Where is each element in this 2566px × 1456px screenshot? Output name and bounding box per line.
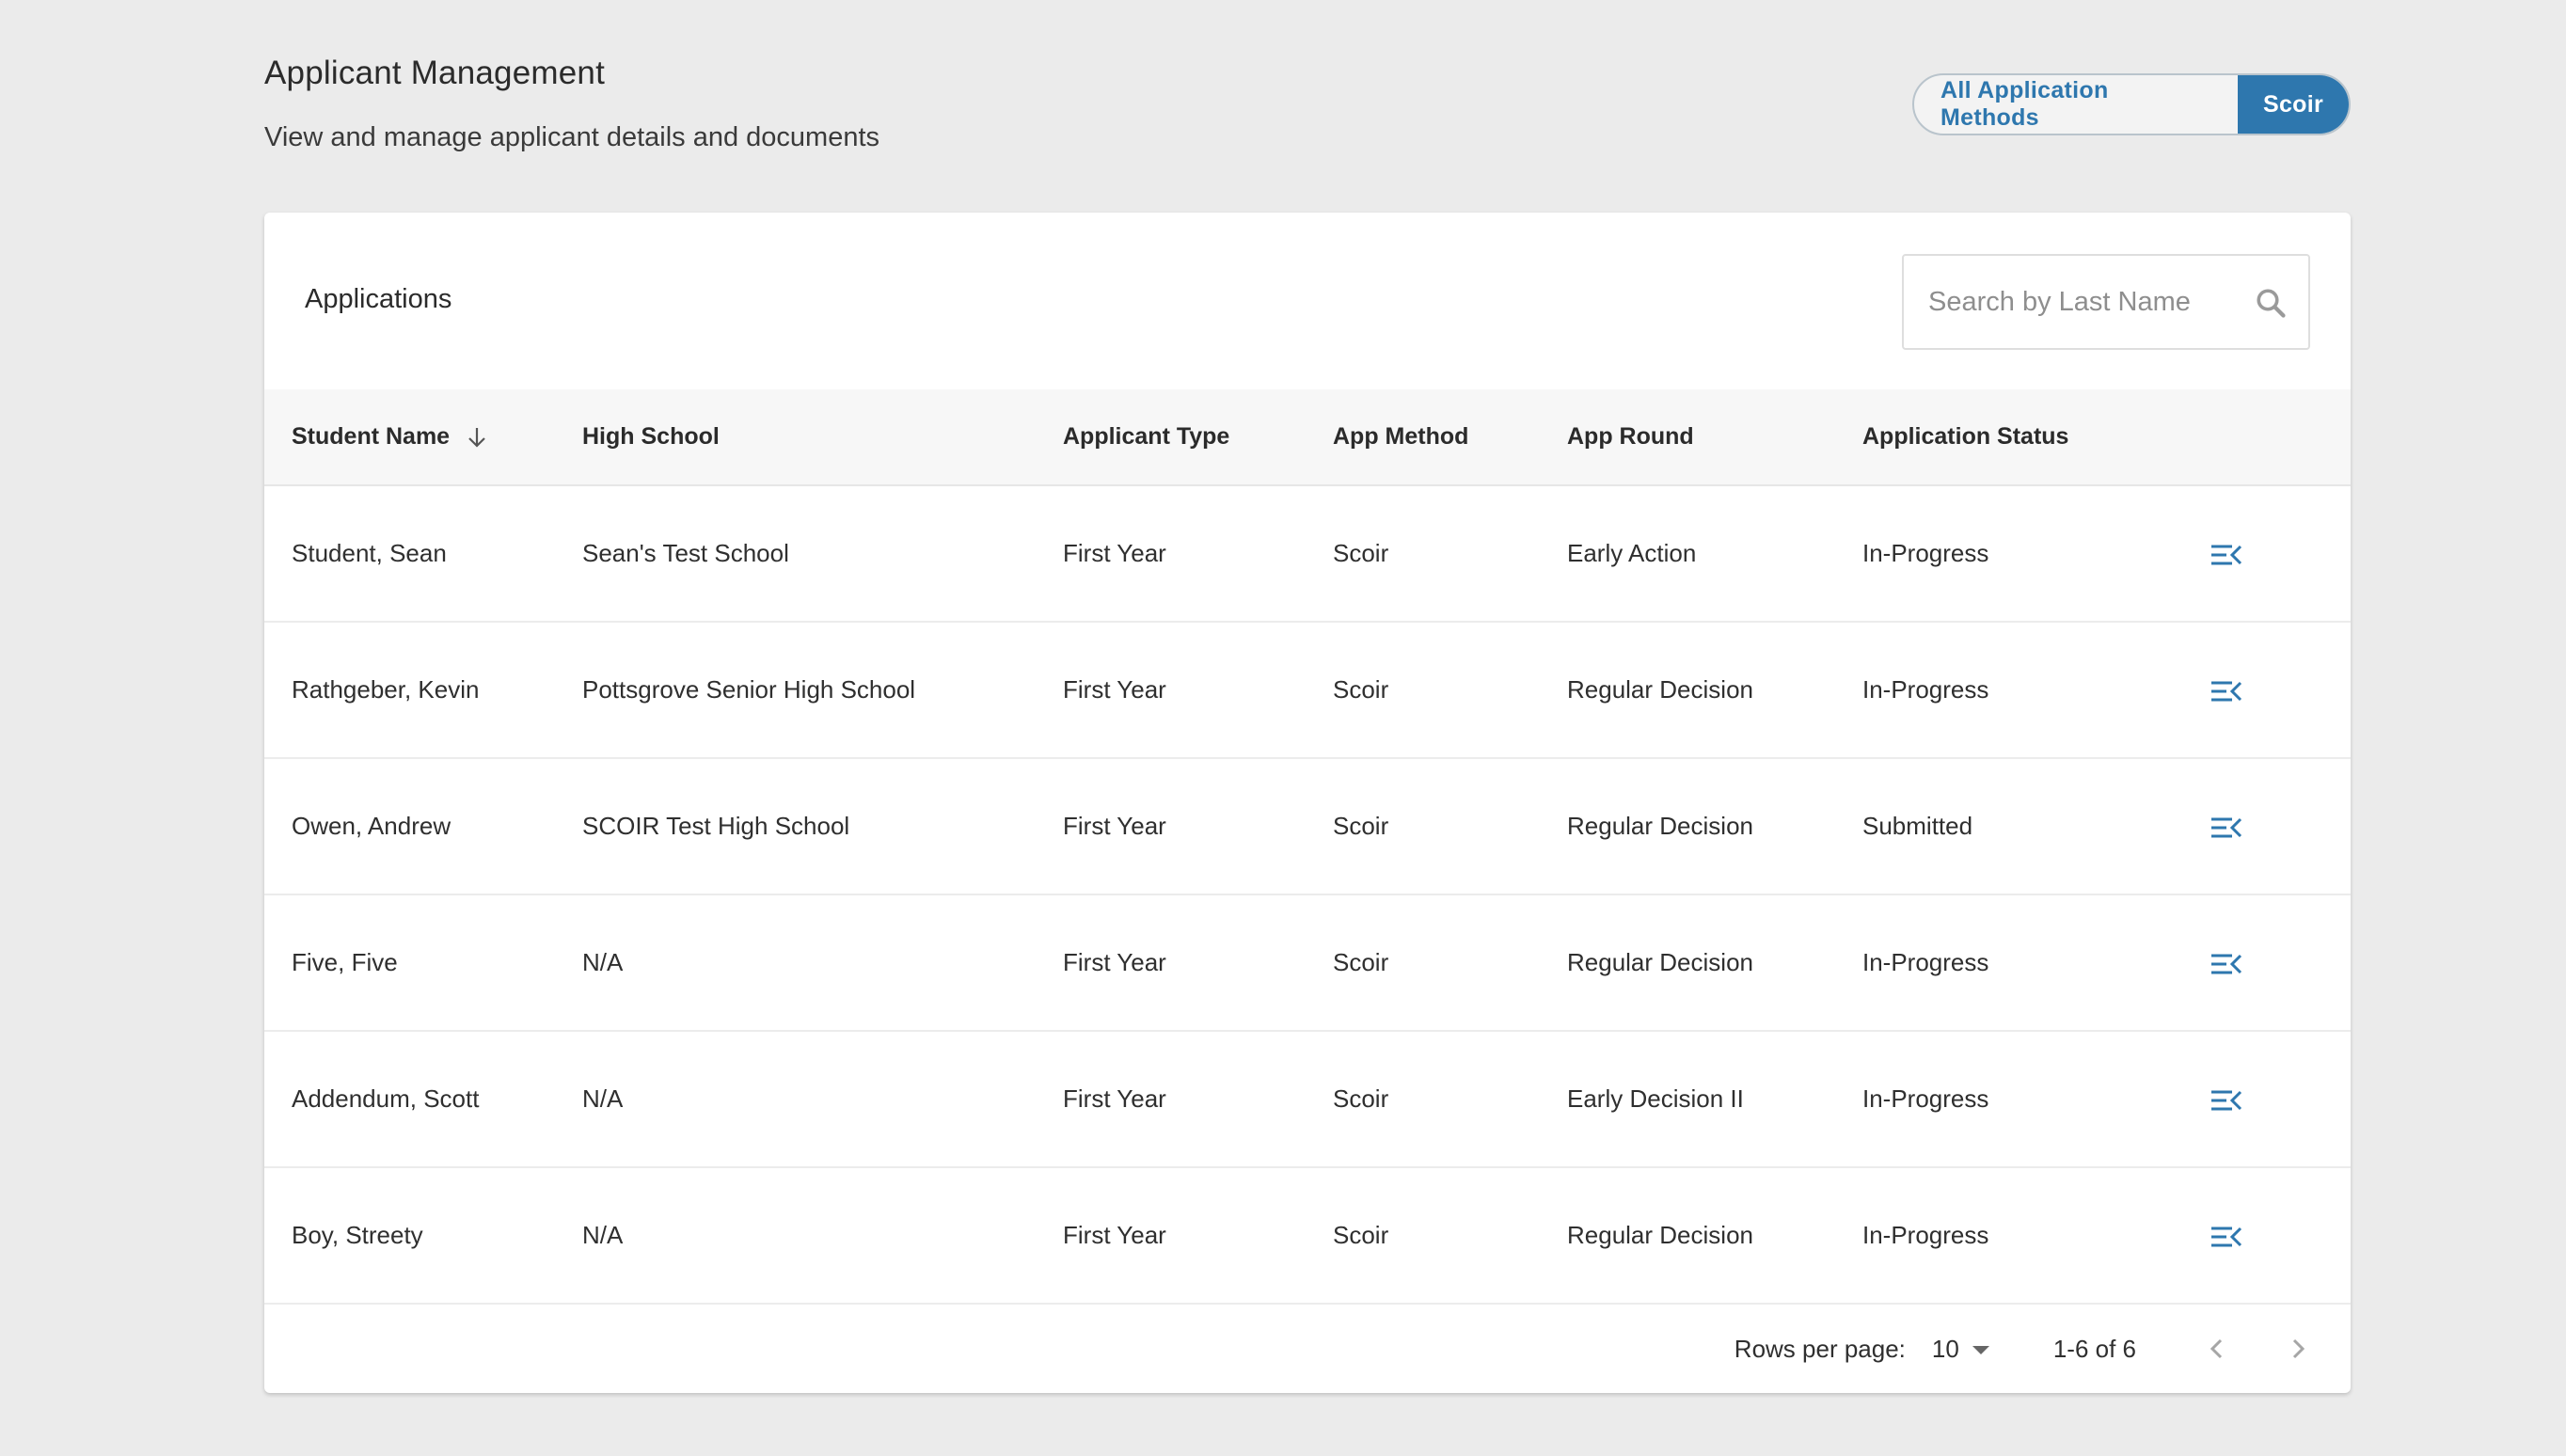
- table-row[interactable]: Rathgeber, Kevin Pottsgrove Senior High …: [264, 622, 2351, 758]
- cell-student-name: Addendum, Scott: [292, 1084, 480, 1113]
- cell-app-method: Scoir: [1333, 1084, 1389, 1113]
- applications-card: Applications Student Name: [264, 213, 2351, 1393]
- column-header-student-name[interactable]: Student Name: [264, 389, 582, 486]
- page: Applicant Management View and manage app…: [264, 0, 2351, 1393]
- search-input[interactable]: [1926, 285, 2241, 319]
- page-range: 1-6 of 6: [2052, 1334, 2136, 1363]
- toggle-scoir[interactable]: Scoir: [2238, 75, 2349, 134]
- cell-app-method: Scoir: [1333, 675, 1389, 704]
- table-pagination: Rows per page: 10 1-6 of 6: [264, 1305, 2351, 1393]
- cell-actions: [2205, 485, 2351, 622]
- column-header-application-status[interactable]: Application Status: [1862, 389, 2205, 486]
- column-header-high-school[interactable]: High School: [582, 389, 1063, 486]
- cell-high-school: Pottsgrove Senior High School: [582, 675, 916, 704]
- cell-student-name: Rathgeber, Kevin: [292, 675, 480, 704]
- open-detail-icon[interactable]: [2210, 814, 2243, 842]
- cell-application-status: In-Progress: [1862, 948, 1989, 976]
- cell-actions: [2205, 622, 2351, 758]
- cell-app-round: Early Decision II: [1567, 1084, 1744, 1113]
- cell-high-school: SCOIR Test High School: [582, 812, 850, 840]
- cell-actions: [2205, 758, 2351, 894]
- cell-applicant-type: First Year: [1063, 675, 1166, 704]
- previous-page-button[interactable]: [2196, 1328, 2238, 1369]
- search-icon[interactable]: [2254, 286, 2288, 320]
- table-header-row: Student Name High School Applicant Type …: [264, 389, 2351, 486]
- open-detail-icon[interactable]: [2210, 677, 2243, 705]
- cell-app-method: Scoir: [1333, 812, 1389, 840]
- next-page-button[interactable]: [2277, 1328, 2319, 1369]
- table-row[interactable]: Student, Sean Sean's Test School First Y…: [264, 485, 2351, 622]
- cell-app-round: Regular Decision: [1567, 812, 1753, 840]
- page-subtitle: View and manage applicant details and do…: [264, 122, 880, 152]
- table-row[interactable]: Boy, Streety N/A First Year Scoir Regula…: [264, 1167, 2351, 1304]
- page-title: Applicant Management: [264, 55, 605, 91]
- cell-app-method: Scoir: [1333, 948, 1389, 976]
- cell-application-status: In-Progress: [1862, 675, 1989, 704]
- cell-app-round: Regular Decision: [1567, 675, 1753, 704]
- column-header-applicant-type[interactable]: Applicant Type: [1063, 389, 1333, 486]
- cell-applicant-type: First Year: [1063, 948, 1166, 976]
- column-header-app-method[interactable]: App Method: [1333, 389, 1567, 486]
- page-header: Applicant Management View and manage app…: [264, 0, 2351, 213]
- cell-student-name: Owen, Andrew: [292, 812, 451, 840]
- cell-high-school: N/A: [582, 948, 624, 976]
- caret-down-icon: [1972, 1346, 1989, 1354]
- cell-app-method: Scoir: [1333, 539, 1389, 567]
- cell-actions: [2205, 1031, 2351, 1167]
- cell-student-name: Five, Five: [292, 948, 398, 976]
- cell-application-status: In-Progress: [1862, 1221, 1989, 1249]
- cell-high-school: N/A: [582, 1084, 624, 1113]
- cell-applicant-type: First Year: [1063, 1221, 1166, 1249]
- cell-actions: [2205, 894, 2351, 1031]
- cell-application-status: In-Progress: [1862, 539, 1989, 567]
- open-detail-icon[interactable]: [2210, 1223, 2243, 1251]
- cell-application-status: Submitted: [1862, 812, 1973, 840]
- card-toolbar: Applications: [264, 213, 2351, 389]
- open-detail-icon[interactable]: [2210, 1086, 2243, 1115]
- cell-app-method: Scoir: [1333, 1221, 1389, 1249]
- rows-per-page-select[interactable]: 10: [1932, 1335, 1989, 1364]
- rows-per-page-value: 10: [1931, 1334, 1959, 1363]
- chevron-right-icon: [2292, 1338, 2305, 1359]
- cell-high-school: Sean's Test School: [582, 539, 789, 567]
- search-box: [1902, 254, 2310, 350]
- cell-applicant-type: First Year: [1063, 812, 1166, 840]
- arrow-down-icon[interactable]: [466, 425, 488, 450]
- application-method-toggle: All Application Methods Scoir: [1912, 73, 2351, 135]
- card-title: Applications: [305, 284, 452, 314]
- cell-application-status: In-Progress: [1862, 1084, 1989, 1113]
- cell-applicant-type: First Year: [1063, 539, 1166, 567]
- cell-app-round: Early Action: [1567, 539, 1697, 567]
- cell-actions: [2205, 1167, 2351, 1304]
- table-row[interactable]: Owen, Andrew SCOIR Test High School Firs…: [264, 758, 2351, 894]
- cell-student-name: Student, Sean: [292, 539, 447, 567]
- column-header-actions: [2205, 389, 2351, 486]
- column-header-app-round[interactable]: App Round: [1567, 389, 1862, 486]
- open-detail-icon[interactable]: [2210, 541, 2243, 569]
- table-row[interactable]: Addendum, Scott N/A First Year Scoir Ear…: [264, 1031, 2351, 1167]
- rows-per-page-label: Rows per page:: [1734, 1334, 1906, 1363]
- table-row[interactable]: Five, Five N/A First Year Scoir Regular …: [264, 894, 2351, 1031]
- cell-high-school: N/A: [582, 1221, 624, 1249]
- cell-app-round: Regular Decision: [1567, 1221, 1753, 1249]
- open-detail-icon[interactable]: [2210, 950, 2243, 978]
- applications-table: Student Name High School Applicant Type …: [264, 389, 2351, 1305]
- cell-app-round: Regular Decision: [1567, 948, 1753, 976]
- cell-student-name: Boy, Streety: [292, 1221, 423, 1249]
- chevron-left-icon: [2210, 1338, 2223, 1359]
- column-header-label: Student Name: [292, 423, 451, 450]
- toggle-all-application-methods[interactable]: All Application Methods: [1914, 75, 2238, 134]
- cell-applicant-type: First Year: [1063, 1084, 1166, 1113]
